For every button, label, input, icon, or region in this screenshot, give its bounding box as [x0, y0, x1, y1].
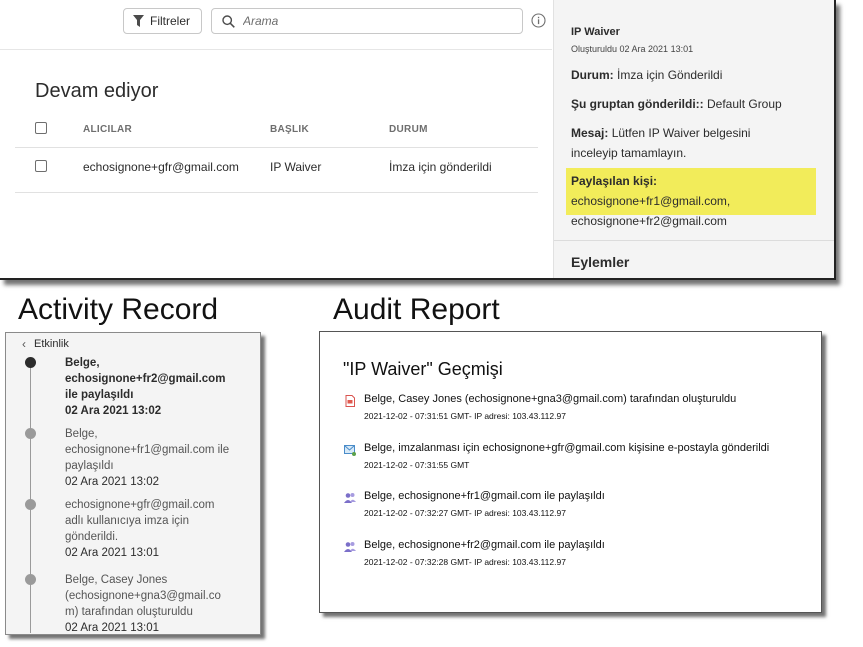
activity-text: m) tarafından oluşturuldu — [65, 606, 193, 618]
timeline-line — [30, 363, 31, 633]
activity-text: Belge, — [65, 428, 98, 440]
details-message-label: Mesaj: — [571, 126, 609, 140]
activity-date: 02 Ara 2021 13:02 — [65, 476, 159, 488]
activity-item: echosignone+gfr@gmail.com adlı kullanıcı… — [65, 497, 245, 561]
audit-entry-text: Belge, imzalanması için echosignone+gfr@… — [364, 442, 770, 454]
activity-date: 02 Ara 2021 13:01 — [65, 622, 159, 634]
activity-caption: Activity Record — [18, 293, 219, 326]
details-group: Şu gruptan gönderildi:: Default Group — [571, 94, 811, 114]
details-status-value: İmza için Gönderildi — [617, 68, 723, 82]
filters-button-label: Filtreler — [150, 14, 191, 28]
details-divider — [554, 240, 834, 241]
agreement-manager-panel: Filtreler Devam ediyor ALICILAR BAŞLIK D… — [0, 0, 836, 280]
activity-item: Belge, echosignone+fr1@gmail.com ile pay… — [65, 426, 245, 490]
activity-text: echosignone+fr1@gmail.com ile — [65, 444, 230, 456]
timeline-dot — [25, 428, 36, 439]
audit-entry-text: Belge, Casey Jones (echosignone+gna3@gma… — [364, 393, 737, 405]
filters-button[interactable]: Filtreler — [123, 8, 202, 34]
details-status-label: Durum: — [571, 68, 614, 82]
audit-entry-meta: 2021-12-02 - 07:32:27 GMT- IP adresi: 10… — [364, 508, 566, 518]
search-box[interactable] — [211, 8, 523, 34]
activity-text: echosignone+fr2@gmail.com — [65, 373, 226, 385]
timeline-dot — [25, 499, 36, 510]
row-status: İmza için gönderildi — [389, 160, 492, 174]
activity-item: Belge, echosignone+fr2@gmail.com ile pay… — [65, 355, 245, 419]
chevron-left-icon: ‹ — [22, 337, 26, 351]
details-created: Oluşturuldu 02 Ara 2021 13:01 — [571, 44, 694, 54]
activity-text: adlı kullanıcıya imza için — [65, 515, 189, 527]
audit-caption: Audit Report — [333, 293, 500, 326]
toolbar: Filtreler — [0, 0, 552, 50]
section-title: Devam ediyor — [35, 80, 159, 102]
table-row[interactable]: echosignone+gfr@gmail.com IP Waiver İmza… — [15, 148, 538, 193]
activity-item: Belge, Casey Jones (echosignone+gna3@gma… — [65, 572, 245, 634]
activity-date: 02 Ara 2021 13:01 — [65, 547, 159, 559]
audit-entry-meta: 2021-12-02 - 07:31:55 GMT — [364, 460, 470, 470]
row-checkbox[interactable] — [35, 160, 47, 172]
details-shared-value: echosignone+fr1@gmail.com, echosignone+f… — [571, 194, 731, 228]
activity-text: (echosignone+gna3@gmail.co — [65, 590, 221, 602]
details-group-value: Default Group — [707, 97, 782, 111]
activity-back[interactable]: ‹ Etkinlik — [22, 337, 69, 351]
activity-text: echosignone+gfr@gmail.com — [65, 499, 215, 511]
pdf-icon — [345, 395, 355, 407]
details-panel: IP Waiver Oluşturuldu 02 Ara 2021 13:01 … — [553, 0, 834, 278]
column-header-recipients[interactable]: ALICILAR — [83, 124, 132, 135]
audit-report: "IP Waiver" Geçmişi Belge, Casey Jones (… — [319, 331, 822, 613]
activity-header-label: Etkinlik — [34, 338, 69, 350]
activity-text: ile paylaşıldı — [65, 389, 134, 401]
timeline-dot-active — [25, 357, 36, 368]
people-icon — [344, 493, 356, 503]
row-title: IP Waiver — [270, 160, 322, 174]
activity-text: paylaşıldı — [65, 460, 114, 472]
search-input[interactable] — [243, 14, 503, 28]
activity-text: gönderildi. — [65, 531, 119, 543]
details-shared-label: Paylaşılan kişi: — [571, 174, 658, 188]
details-shared: Paylaşılan kişi: echosignone+fr1@gmail.c… — [571, 171, 816, 231]
audit-entry-meta: 2021-12-02 - 07:31:51 GMT- IP adresi: 10… — [364, 411, 566, 421]
audit-entry-text: Belge, echosignone+fr2@gmail.com ile pay… — [364, 539, 605, 551]
activity-panel: ‹ Etkinlik Belge, echosignone+fr2@gmail.… — [5, 332, 261, 635]
column-header-status[interactable]: DURUM — [389, 124, 428, 135]
activity-date: 02 Ara 2021 13:02 — [65, 405, 162, 417]
email-icon — [344, 445, 356, 456]
timeline-dot — [25, 574, 36, 585]
info-icon[interactable] — [531, 13, 546, 28]
table-header: ALICILAR BAŞLIK DURUM — [15, 118, 538, 148]
details-group-label: Şu gruptan gönderildi:: — [571, 97, 704, 111]
activity-text: Belge, — [65, 357, 100, 369]
search-icon — [222, 14, 235, 28]
actions-heading[interactable]: Eylemler — [571, 254, 629, 270]
column-header-title[interactable]: BAŞLIK — [270, 124, 309, 135]
composite-screenshot: Filtreler Devam ediyor ALICILAR BAŞLIK D… — [0, 0, 863, 647]
details-title: IP Waiver — [571, 26, 620, 38]
select-all-checkbox[interactable] — [35, 122, 47, 134]
details-message: Mesaj: Lütfen IP Waiver belgesini incele… — [571, 123, 796, 163]
audit-title: "IP Waiver" Geçmişi — [343, 359, 503, 379]
audit-entry-text: Belge, echosignone+fr1@gmail.com ile pay… — [364, 490, 605, 502]
people-icon — [344, 542, 356, 552]
activity-text: Belge, Casey Jones — [65, 574, 168, 586]
row-recipient: echosignone+gfr@gmail.com — [83, 160, 239, 174]
details-status: Durum: İmza için Gönderildi — [571, 65, 811, 85]
filter-icon — [133, 15, 144, 27]
audit-entry-meta: 2021-12-02 - 07:32:28 GMT- IP adresi: 10… — [364, 557, 566, 567]
